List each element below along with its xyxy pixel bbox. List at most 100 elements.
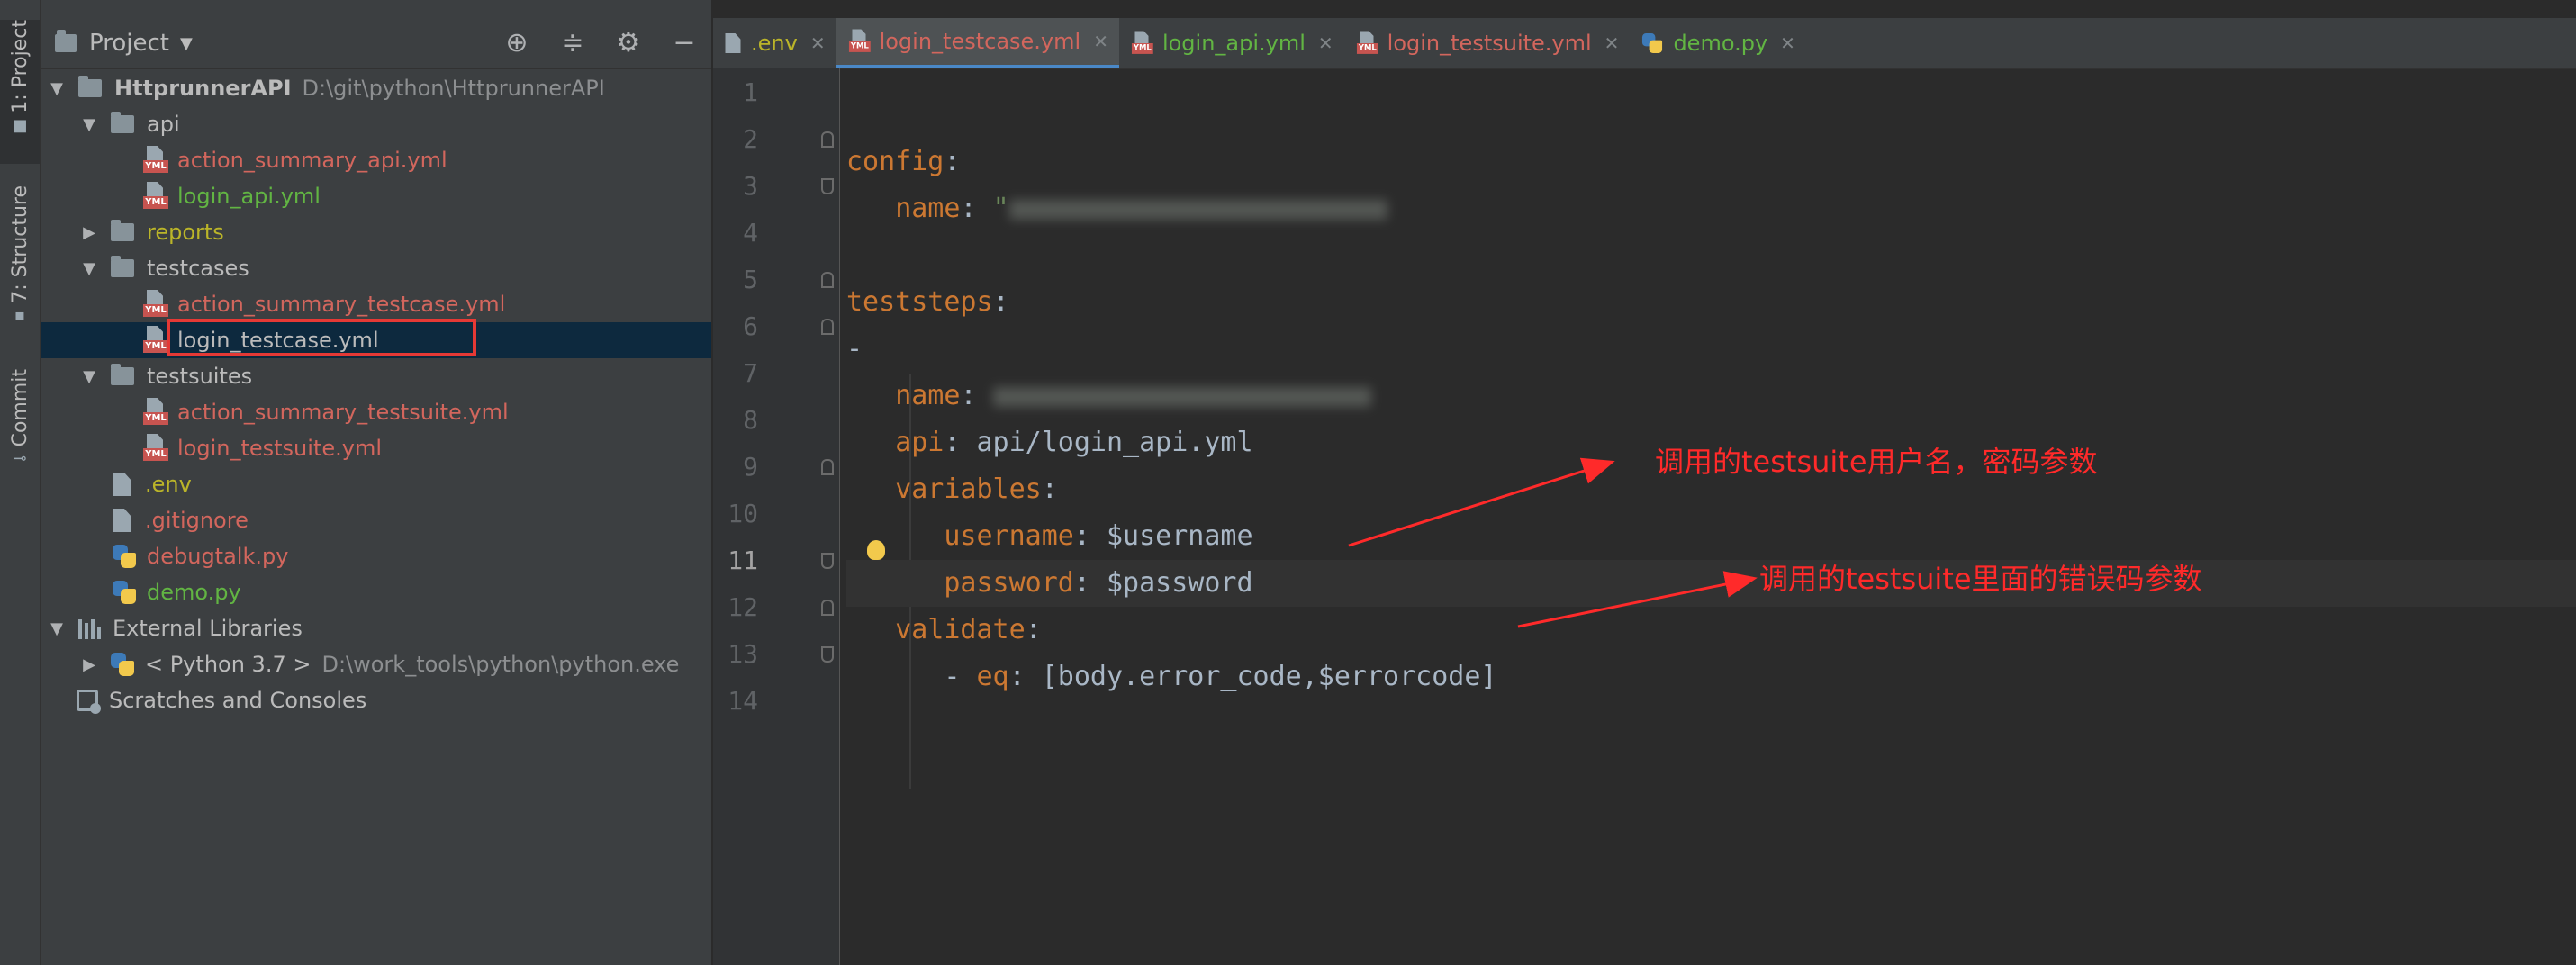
chevron-down-icon[interactable]: ▼ [180,34,193,53]
tab-structure[interactable]: 7: Structure ▪ [0,185,40,338]
text-file-icon [113,473,131,496]
tree-item-external-libraries[interactable]: ▼ External Libraries [41,610,711,646]
yaml-punct: : [1073,567,1107,599]
locate-icon[interactable]: ⊕ [499,25,535,61]
tree-item-label: Scratches and Consoles [109,688,367,713]
yaml-value: $username [1107,520,1253,552]
expanded-arrow-icon[interactable]: ▼ [82,259,96,278]
yaml-key: validate [895,614,1026,645]
yaml-punct: - [944,661,977,692]
folder-icon [111,364,134,385]
text-file-icon [725,32,741,54]
tree-item-gitignore[interactable]: .gitignore [41,502,711,538]
tree-item-scratches[interactable]: Scratches and Consoles [41,682,711,718]
tree-item-testcases[interactable]: ▼ testcases [41,250,711,286]
line-number: 2 [743,124,758,154]
fold-marker-icon[interactable] [821,600,834,616]
yml-file-icon: YML [143,290,168,319]
tab-login-api[interactable]: YML login_api.yml ✕ [1119,18,1344,68]
tree-item-label: action_summary_api.yml [177,148,447,173]
fold-marker-icon[interactable] [821,178,834,194]
tree-item-action-summary-testcase[interactable]: YML action_summary_testcase.yml [41,286,711,322]
editor-area: .env ✕ YML login_testcase.yml ✕ YML logi… [713,0,2576,965]
python-sdk-icon [111,653,134,676]
yaml-string: " [992,193,1009,224]
code-editor[interactable]: config: name: " teststeps: - name: api: … [846,68,2576,965]
line-number: 5 [743,265,758,294]
line-number: 14 [728,686,758,716]
tree-item-python-sdk[interactable]: ▶ < Python 3.7 > D:\work_tools\python\py… [41,646,711,682]
collapsed-arrow-icon[interactable]: ▶ [82,223,96,242]
tree-item-label: api [147,112,180,137]
yaml-punct: : [1025,614,1042,645]
tree-item-action-summary-testsuite[interactable]: YML action_summary_testsuite.yml [41,394,711,430]
line-number-current: 11 [728,546,758,575]
fold-marker-icon[interactable] [821,459,834,475]
close-icon[interactable]: ✕ [1780,32,1795,54]
tree-item-label: debugtalk.py [147,544,289,569]
tab-commit[interactable]: Commit ⊸ [0,369,40,486]
tab-project[interactable]: 1: Project ■ [0,20,40,164]
yaml-punct: : [944,146,961,177]
code-line-5: teststeps: [846,279,2576,326]
tree-item-label: < Python 3.7 > [145,652,312,677]
tree-item-env[interactable]: .env [41,466,711,502]
tab-demo[interactable]: demo.py ✕ [1630,18,1805,68]
tree-item-login-api[interactable]: YML login_api.yml [41,178,711,214]
project-view-select[interactable]: Project [89,30,169,57]
tree-item-demo[interactable]: demo.py [41,574,711,610]
selection-highlight-box [167,319,476,356]
expanded-arrow-icon[interactable]: ▼ [50,619,64,638]
fold-marker-icon[interactable] [821,646,834,663]
tree-item-debugtalk[interactable]: debugtalk.py [41,538,711,574]
close-icon[interactable]: ✕ [1318,32,1333,54]
tree-item-api[interactable]: ▼ api [41,106,711,142]
project-panel: Project ▼ ⊕ ≑ ⚙ − ▼ HttprunnerAPI D:\git… [41,0,713,965]
fold-marker-icon[interactable] [821,553,834,569]
yml-file-icon: YML [143,182,168,211]
tree-item-login-testsuite[interactable]: YML login_testsuite.yml [41,430,711,466]
tab-login-testsuite[interactable]: YML login_testsuite.yml ✕ [1344,18,1631,68]
fold-marker-icon[interactable] [821,131,834,148]
yml-file-icon: YML [143,326,168,355]
yml-file-icon: YML [143,398,168,427]
yaml-key: name [895,380,961,411]
code-line-13: - eq: [body.error_code,$errorcode] [846,654,2576,700]
collapse-all-icon[interactable]: ≑ [555,25,591,61]
expanded-arrow-icon[interactable]: ▼ [82,115,96,134]
collapsed-arrow-icon[interactable]: ▶ [82,655,96,674]
line-number: 3 [743,171,758,201]
tab-login-testcase[interactable]: YML login_testcase.yml ✕ [836,18,1119,68]
tree-item-label: .env [145,472,192,497]
fold-marker-icon[interactable] [821,272,834,288]
yaml-key: config [846,146,945,177]
project-folder-icon [55,30,77,52]
tab-project-label: 1: Project [8,20,32,113]
code-line-7: name: [846,373,2576,419]
library-icon [78,618,102,639]
yml-file-icon: YML [143,146,168,175]
fold-marker-icon[interactable] [821,319,834,335]
tab-env[interactable]: .env ✕ [713,18,836,68]
tree-item-reports[interactable]: ▶ reports [41,214,711,250]
editor-gutter[interactable]: 1 2 3 4 5 6 7 8 9 10 11 12 13 14 [713,68,840,965]
close-icon[interactable]: ✕ [1093,31,1108,52]
line-number: 1 [743,77,758,107]
tree-item-label: testsuites [147,364,253,389]
tab-commit-label: Commit [8,369,32,447]
yaml-value: api/login_api.yml [976,427,1253,458]
expanded-arrow-icon[interactable]: ▼ [50,79,64,98]
tree-item-testsuites[interactable]: ▼ testsuites [41,358,711,394]
line-number: 13 [728,639,758,669]
close-icon[interactable]: ✕ [810,32,826,54]
python-file-icon [1642,32,1663,54]
expanded-arrow-icon[interactable]: ▼ [82,367,96,386]
redacted-text [992,386,1371,407]
tree-item-httprunnerapi[interactable]: ▼ HttprunnerAPI D:\git\python\Httprunner… [41,70,711,106]
tree-item-action-summary-api[interactable]: YML action_summary_api.yml [41,142,711,178]
gear-icon[interactable]: ⚙ [610,25,646,61]
minimize-icon[interactable]: − [666,25,702,61]
close-icon[interactable]: ✕ [1604,32,1620,54]
tab-label: login_testsuite.yml [1387,31,1592,56]
code-line-2: config: [846,139,2576,185]
